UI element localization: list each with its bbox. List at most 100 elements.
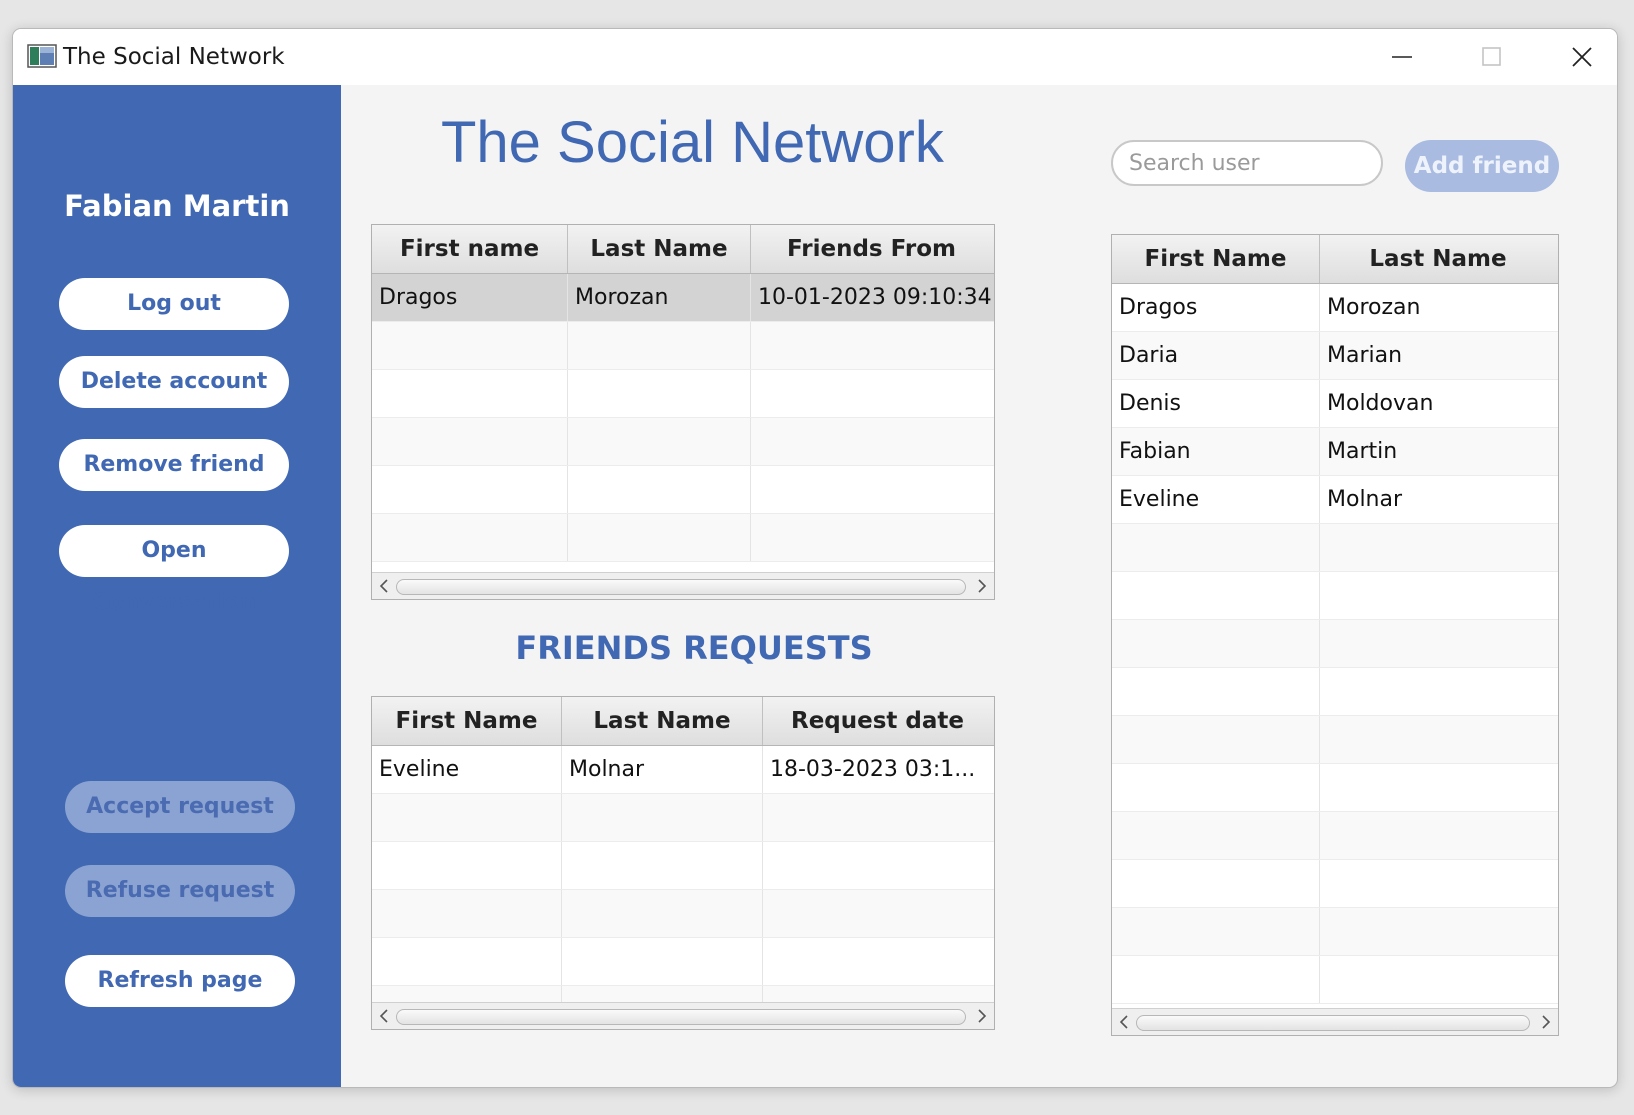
- table-body: Dragos Morozan Daria Marian Denis Moldovan Fab…: [1112, 284, 1558, 1004]
- column-header[interactable]: Last Name: [568, 225, 751, 273]
- table-cell: Dragos: [1112, 284, 1320, 331]
- table-cell: [1320, 620, 1556, 667]
- column-header[interactable]: First Name: [1112, 235, 1320, 283]
- table-cell: Morozan: [1327, 295, 1421, 320]
- maximize-button[interactable]: [1447, 29, 1537, 85]
- table-cell: [763, 938, 992, 985]
- table-cell: [1320, 812, 1556, 859]
- close-icon: [1572, 47, 1592, 67]
- table-row[interactable]: Eveline Molnar 18-03-2023 03:1...: [372, 746, 994, 794]
- logout-button[interactable]: Log out: [59, 278, 289, 330]
- table-cell: [1320, 716, 1556, 763]
- table-row[interactable]: Daria Marian: [1112, 332, 1558, 380]
- table-cell: Dragos: [372, 274, 568, 321]
- table-cell: [568, 322, 751, 369]
- empty-row[interactable]: [1112, 956, 1558, 1004]
- search-input[interactable]: [1111, 140, 1383, 186]
- refuse-request-button[interactable]: Refuse request: [65, 865, 295, 917]
- table-cell: [562, 890, 763, 937]
- minimize-button[interactable]: [1357, 29, 1447, 85]
- remove-friend-button[interactable]: Remove friend: [59, 439, 289, 491]
- horizontal-scrollbar[interactable]: [1112, 1008, 1558, 1035]
- friends-table[interactable]: First name Last Name Friends From Dragos Mo…: [371, 224, 995, 600]
- column-header[interactable]: Last Name: [562, 697, 763, 745]
- table-cell: Molnar: [1327, 487, 1403, 512]
- scroll-left-icon[interactable]: [377, 578, 391, 594]
- table-cell: [372, 794, 562, 841]
- column-header[interactable]: Last Name: [1320, 235, 1556, 283]
- add-friend-button[interactable]: Add friend: [1405, 140, 1559, 192]
- table-row[interactable]: Dragos Morozan 10-01-2023 09:10:34: [372, 274, 994, 322]
- table-cell: 10-01-2023 09:10:34: [758, 285, 992, 310]
- column-header[interactable]: First name: [372, 225, 568, 273]
- empty-row[interactable]: [1112, 620, 1558, 668]
- scroll-right-icon[interactable]: [975, 578, 989, 594]
- empty-row[interactable]: [372, 322, 994, 370]
- table-cell: [372, 842, 562, 889]
- table-row[interactable]: Eveline Molnar: [1112, 476, 1558, 524]
- table-cell: [568, 418, 751, 465]
- table-cell: [751, 418, 992, 465]
- scroll-right-icon[interactable]: [975, 1008, 989, 1024]
- empty-row[interactable]: [372, 890, 994, 938]
- open-conversation-button[interactable]: Open Conversation: [59, 525, 289, 615]
- table-cell: Martin: [1327, 439, 1398, 464]
- users-table[interactable]: First Name Last Name Dragos Morozan Daria Ma…: [1111, 234, 1559, 1036]
- empty-row[interactable]: [372, 938, 994, 986]
- table-cell: [568, 466, 751, 513]
- table-cell: [1320, 572, 1556, 619]
- table-cell: [372, 890, 562, 937]
- table-row[interactable]: Dragos Morozan: [1112, 284, 1558, 332]
- table-cell: [562, 794, 763, 841]
- friend-requests-table[interactable]: First Name Last Name Request date Eveline M…: [371, 696, 995, 1030]
- table-body: Eveline Molnar 18-03-2023 03:1...: [372, 746, 994, 1029]
- empty-row[interactable]: [1112, 572, 1558, 620]
- scroll-thumb[interactable]: [396, 1009, 966, 1025]
- title-bar: The Social Network: [13, 29, 1617, 85]
- scroll-thumb[interactable]: [396, 579, 966, 595]
- empty-row[interactable]: [1112, 764, 1558, 812]
- delete-account-button[interactable]: Delete account: [59, 356, 289, 408]
- table-cell: [1112, 860, 1320, 907]
- app-icon: [27, 44, 57, 68]
- table-cell: [763, 794, 992, 841]
- scroll-thumb[interactable]: [1136, 1015, 1530, 1031]
- column-header[interactable]: First Name: [372, 697, 562, 745]
- table-cell: [1320, 956, 1556, 1003]
- horizontal-scrollbar[interactable]: [372, 1002, 994, 1029]
- scroll-right-icon[interactable]: [1539, 1014, 1553, 1030]
- empty-row[interactable]: [372, 794, 994, 842]
- table-cell: [1320, 668, 1556, 715]
- table-cell: [763, 842, 992, 889]
- table-row[interactable]: Denis Moldovan: [1112, 380, 1558, 428]
- table-cell: [562, 842, 763, 889]
- empty-row[interactable]: [372, 418, 994, 466]
- column-header[interactable]: Request date: [763, 697, 992, 745]
- empty-row[interactable]: [1112, 668, 1558, 716]
- maximize-icon: [1482, 47, 1501, 66]
- column-header[interactable]: Friends From: [751, 225, 992, 273]
- empty-row[interactable]: [372, 842, 994, 890]
- scroll-left-icon[interactable]: [1117, 1014, 1131, 1030]
- table-cell: Marian: [1327, 343, 1403, 368]
- empty-row[interactable]: [1112, 716, 1558, 764]
- close-button[interactable]: [1537, 29, 1617, 85]
- empty-row[interactable]: [372, 370, 994, 418]
- empty-row[interactable]: [1112, 908, 1558, 956]
- empty-row[interactable]: [372, 466, 994, 514]
- table-cell: [372, 370, 568, 417]
- empty-row[interactable]: [372, 514, 994, 562]
- app-window: The Social Network Fabian Martin Log out…: [12, 28, 1618, 1088]
- table-header: First Name Last Name: [1112, 235, 1558, 284]
- user-name: Fabian Martin: [64, 189, 290, 223]
- empty-row[interactable]: [1112, 812, 1558, 860]
- table-cell: Molnar: [562, 746, 763, 793]
- empty-row[interactable]: [1112, 860, 1558, 908]
- empty-row[interactable]: [1112, 524, 1558, 572]
- accept-request-button[interactable]: Accept request: [65, 781, 295, 833]
- scroll-left-icon[interactable]: [377, 1008, 391, 1024]
- table-cell: [1320, 860, 1556, 907]
- refresh-page-button[interactable]: Refresh page: [65, 955, 295, 1007]
- table-row[interactable]: Fabian Martin: [1112, 428, 1558, 476]
- horizontal-scrollbar[interactable]: [372, 572, 994, 599]
